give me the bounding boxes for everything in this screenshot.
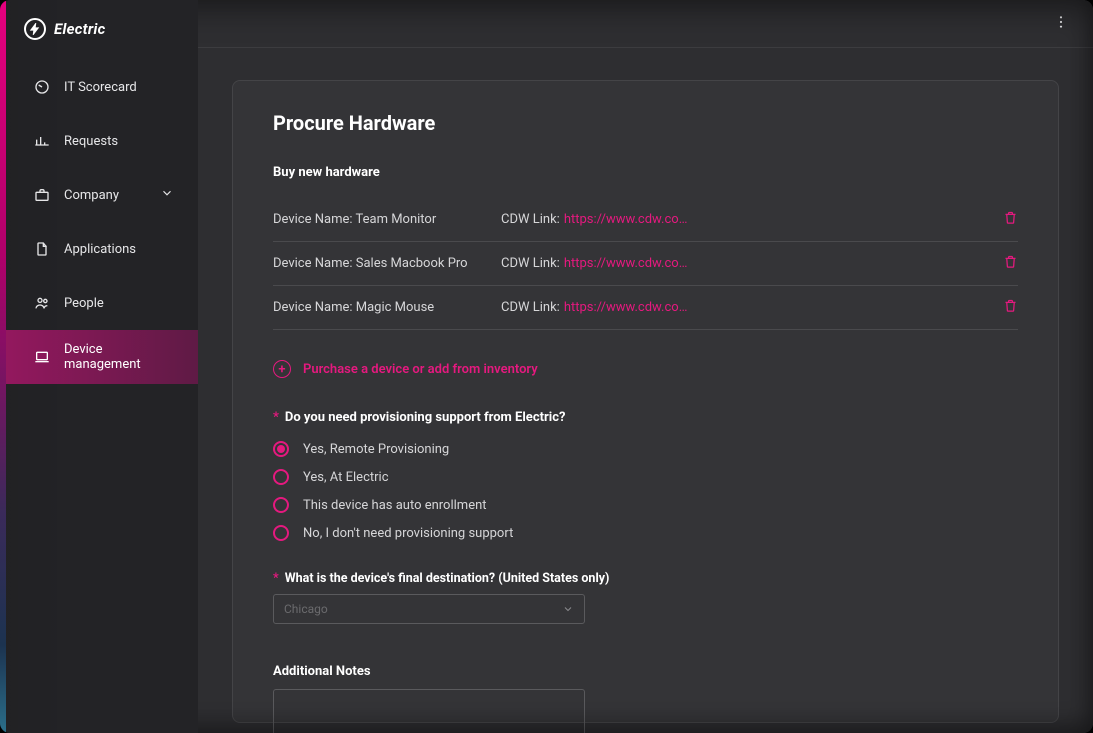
radio-icon bbox=[273, 525, 289, 541]
device-name-prefix: Device Name: bbox=[273, 212, 355, 227]
device-name-prefix: Device Name: bbox=[273, 300, 356, 315]
device-row: Device Name: Magic Mouse CDW Link: https… bbox=[273, 286, 1018, 330]
cdw-link[interactable]: https://www.cdw.com/pro… bbox=[564, 256, 694, 271]
topbar bbox=[198, 0, 1093, 48]
radio-icon bbox=[273, 469, 289, 485]
device-row: Device Name: Sales Macbook Pro CDW Link:… bbox=[273, 242, 1018, 286]
add-device-label: Purchase a device or add from inventory bbox=[303, 362, 538, 377]
provisioning-option[interactable]: No, I don't need provisioning support bbox=[273, 525, 1018, 541]
gauge-icon bbox=[34, 79, 50, 95]
cdw-link[interactable]: https://www.cdw.com/pro… bbox=[564, 212, 694, 227]
people-icon bbox=[34, 295, 50, 311]
device-name-prefix: Device Name: bbox=[273, 256, 356, 271]
radio-label: No, I don't need provisioning support bbox=[303, 526, 513, 541]
required-asterisk: * bbox=[273, 410, 279, 425]
sidebar-item-people[interactable]: People bbox=[0, 276, 198, 330]
kebab-menu-button[interactable] bbox=[1049, 10, 1073, 38]
content: Procure Hardware Buy new hardware Device… bbox=[198, 48, 1093, 733]
radio-label: Yes, Remote Provisioning bbox=[303, 442, 449, 457]
page-title: Procure Hardware bbox=[273, 111, 1018, 135]
sidebar: Electric IT Scorecard Requests Company bbox=[0, 0, 198, 733]
required-asterisk: * bbox=[273, 571, 279, 586]
section-label: Buy new hardware bbox=[273, 165, 1018, 180]
sidebar-item-applications[interactable]: Applications bbox=[0, 222, 198, 276]
provisioning-option[interactable]: Yes, At Electric bbox=[273, 469, 1018, 485]
plus-circle-icon: + bbox=[273, 360, 291, 378]
radio-label: Yes, At Electric bbox=[303, 470, 389, 485]
cdw-link-prefix: CDW Link: bbox=[501, 256, 560, 271]
sidebar-item-it-scorecard[interactable]: IT Scorecard bbox=[0, 60, 198, 114]
destination-select[interactable]: Chicago bbox=[273, 594, 585, 624]
device-row: Device Name: Team Monitor CDW Link: http… bbox=[273, 198, 1018, 242]
device-name-value: Sales Macbook Pro bbox=[356, 256, 468, 271]
app-root: Electric IT Scorecard Requests Company bbox=[0, 0, 1093, 733]
notes-label: Additional Notes bbox=[273, 664, 1018, 679]
sidebar-item-label: Company bbox=[64, 188, 119, 203]
sidebar-item-label: Device management bbox=[64, 342, 174, 372]
device-name-value: Team Monitor bbox=[355, 212, 436, 227]
sidebar-item-label: People bbox=[64, 296, 104, 311]
cdw-link-prefix: CDW Link: bbox=[501, 300, 560, 315]
sidebar-item-label: IT Scorecard bbox=[64, 80, 137, 95]
accent-bar bbox=[0, 0, 6, 733]
radio-icon bbox=[273, 497, 289, 513]
sidebar-item-label: Applications bbox=[64, 242, 136, 257]
add-device-button[interactable]: + Purchase a device or add from inventor… bbox=[273, 360, 1018, 378]
destination-label: *What is the device's final destination?… bbox=[273, 571, 1018, 586]
sidebar-nav: IT Scorecard Requests Company bbox=[0, 60, 198, 384]
cdw-link-prefix: CDW Link: bbox=[501, 212, 560, 227]
chevron-down-icon bbox=[562, 603, 574, 615]
brand-name: Electric bbox=[54, 20, 106, 38]
procure-hardware-card: Procure Hardware Buy new hardware Device… bbox=[232, 80, 1059, 723]
delete-device-button[interactable] bbox=[1003, 298, 1018, 317]
bolt-icon bbox=[24, 18, 46, 40]
delete-device-button[interactable] bbox=[1003, 210, 1018, 229]
laptop-icon bbox=[34, 349, 50, 365]
additional-notes-textarea[interactable] bbox=[273, 689, 585, 733]
provisioning-option[interactable]: Yes, Remote Provisioning bbox=[273, 441, 1018, 457]
provisioning-question: *Do you need provisioning support from E… bbox=[273, 410, 1018, 425]
sidebar-item-device-management[interactable]: Device management bbox=[0, 330, 198, 384]
radio-icon bbox=[273, 441, 289, 457]
file-icon bbox=[34, 241, 50, 257]
delete-device-button[interactable] bbox=[1003, 254, 1018, 273]
sidebar-item-label: Requests bbox=[64, 134, 118, 149]
main: Procure Hardware Buy new hardware Device… bbox=[198, 0, 1093, 733]
chevron-down-icon bbox=[160, 186, 174, 204]
briefcase-icon bbox=[34, 187, 50, 203]
bars-icon bbox=[34, 133, 50, 149]
provisioning-option[interactable]: This device has auto enrollment bbox=[273, 497, 1018, 513]
provisioning-radio-group: Yes, Remote Provisioning Yes, At Electri… bbox=[273, 441, 1018, 541]
sidebar-item-requests[interactable]: Requests bbox=[0, 114, 198, 168]
sidebar-item-company[interactable]: Company bbox=[0, 168, 198, 222]
radio-label: This device has auto enrollment bbox=[303, 498, 487, 513]
brand-logo: Electric bbox=[0, 18, 198, 60]
device-name-value: Magic Mouse bbox=[356, 300, 434, 315]
destination-placeholder: Chicago bbox=[284, 602, 328, 616]
cdw-link[interactable]: https://www.cdw.com/pro… bbox=[564, 300, 694, 315]
